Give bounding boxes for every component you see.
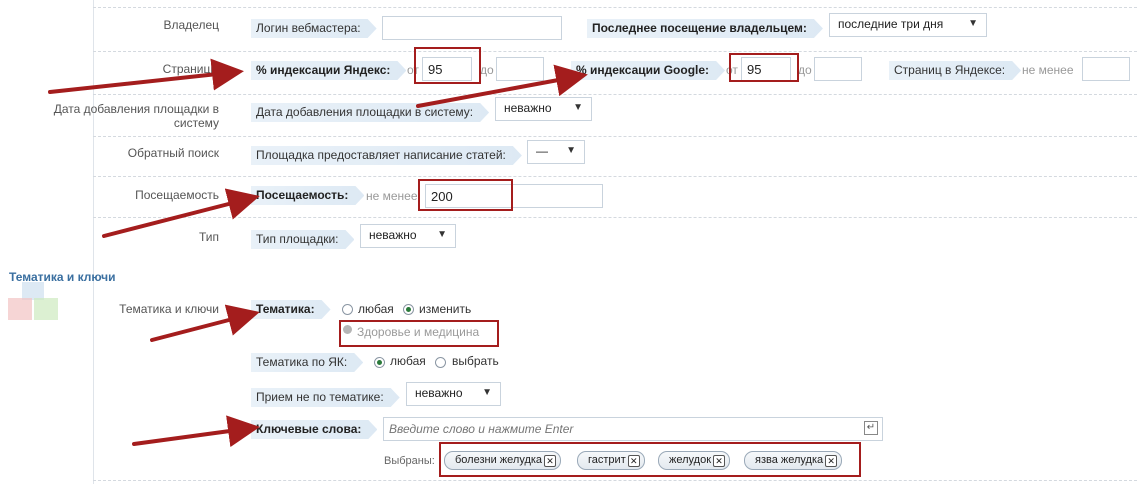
annotation-arrow	[416, 64, 588, 108]
annotation-arrow	[150, 304, 260, 342]
annotation-arrow	[132, 415, 260, 448]
annotation-arrow	[48, 58, 244, 94]
annotation-arrows	[48, 58, 588, 448]
annotation-arrow	[102, 188, 260, 238]
